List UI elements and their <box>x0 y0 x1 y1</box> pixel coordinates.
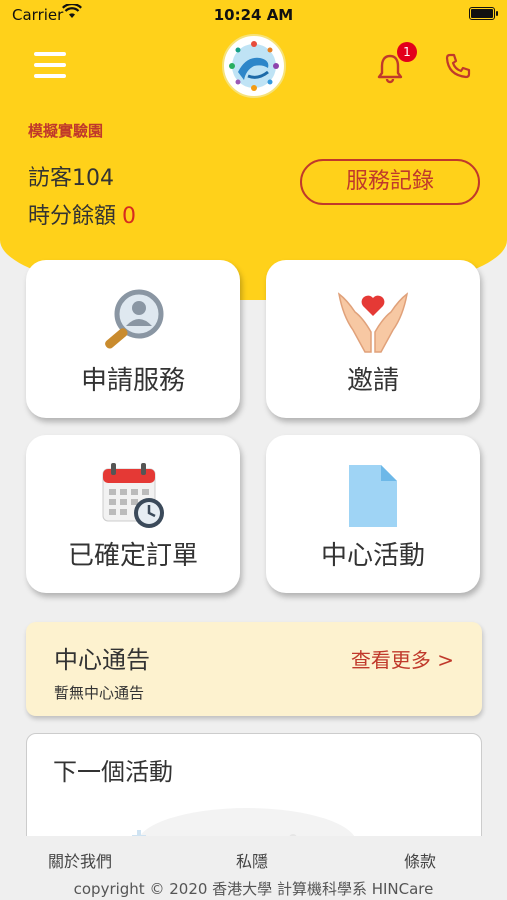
tile-label: 邀請 <box>346 366 399 396</box>
next-activity-title: 下一個活動 <box>53 758 173 786</box>
phone-icon[interactable] <box>442 50 474 82</box>
apply-service-tile[interactable]: 申請服務 <box>26 260 240 418</box>
balance-value: 0 <box>122 204 137 229</box>
tile-label: 已確定訂單 <box>67 541 198 571</box>
invite-tile[interactable]: 邀請 <box>266 260 480 418</box>
hands-heart-icon <box>337 292 409 353</box>
confirmed-orders-tile[interactable]: 已確定訂單 <box>26 435 240 593</box>
terms-link[interactable]: 條款 <box>404 848 436 872</box>
notice-title: 中心通告 <box>54 646 150 674</box>
view-more-link[interactable]: 查看更多 > <box>351 644 454 673</box>
center-activity-tile[interactable]: 中心活動 <box>266 435 480 593</box>
magnifier-person-icon <box>105 289 164 349</box>
time-balance: 時分餘額 0 <box>28 198 136 230</box>
copyright-text: copyright © 2020 香港大學 計算機科學系 HINCare <box>73 880 434 898</box>
service-record-button[interactable]: 服務記錄 <box>300 159 480 205</box>
center-notice-card: 中心通告 查看更多 > 暫無中心通告 <box>26 622 482 716</box>
center-name: 模擬實驗園 <box>28 122 104 140</box>
clock: 10:24 AM <box>213 6 294 24</box>
menu-button[interactable] <box>34 52 66 78</box>
document-icon <box>349 465 397 527</box>
notification-badge: 1 <box>397 42 417 62</box>
notice-empty-text: 暫無中心通告 <box>54 684 145 702</box>
hamburger-icon <box>34 52 66 56</box>
battery-icon <box>469 7 498 20</box>
app-logo <box>222 34 286 98</box>
tile-label: 中心活動 <box>320 541 425 571</box>
visitor-name: 訪客104 <box>28 166 114 191</box>
about-link[interactable]: 關於我們 <box>48 848 112 872</box>
balance-label: 時分餘額 <box>28 204 117 229</box>
status-bar: Carrier 10:24 AM <box>0 0 507 28</box>
privacy-link[interactable]: 私隱 <box>236 848 268 872</box>
calendar-clock-icon <box>102 463 164 528</box>
footer: 關於我們 私隱 條款 copyright © 2020 香港大學 計算機科學系 … <box>0 836 507 900</box>
tile-label: 申請服務 <box>80 366 185 396</box>
